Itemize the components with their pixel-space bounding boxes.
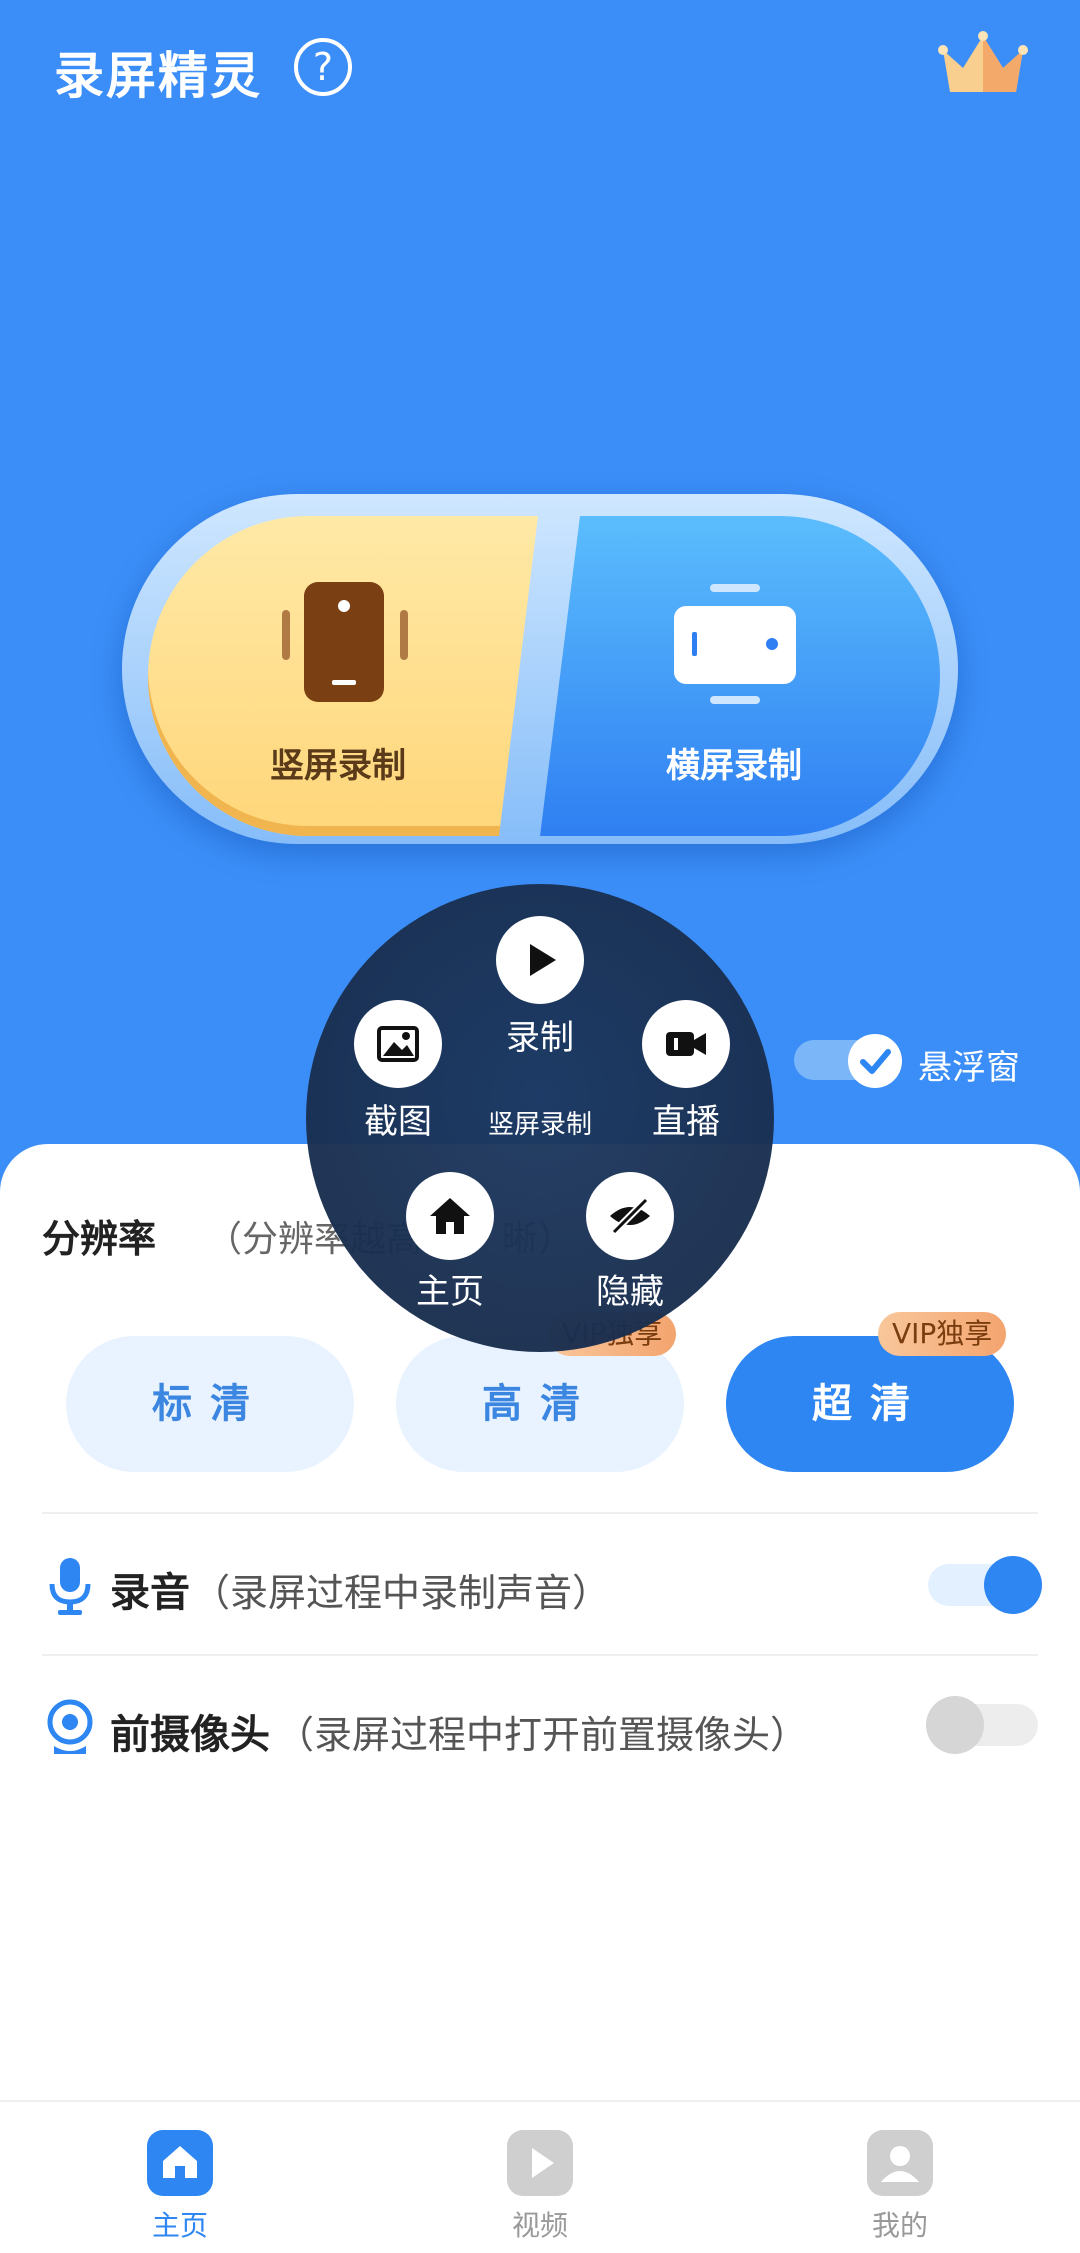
portrait-phone-icon bbox=[282, 582, 408, 702]
live-label: 直播 bbox=[652, 1102, 720, 1142]
user-icon bbox=[867, 2130, 933, 2196]
camera-toggle-knob[interactable] bbox=[926, 1696, 984, 1754]
hide-label: 隐藏 bbox=[596, 1272, 664, 1312]
tab-label: 我的 bbox=[871, 2209, 928, 2242]
record-label: 录制 bbox=[506, 1018, 574, 1058]
landscape-record-label: 横屏录制 bbox=[666, 746, 802, 786]
home-icon bbox=[430, 1198, 470, 1234]
home-button[interactable] bbox=[406, 1172, 494, 1260]
audio-toggle-knob[interactable] bbox=[984, 1556, 1042, 1614]
live-button[interactable] bbox=[642, 1000, 730, 1088]
tab-label: 主页 bbox=[151, 2209, 208, 2242]
question-mark-icon[interactable]: ? bbox=[294, 38, 352, 96]
video-camera-icon bbox=[666, 1032, 706, 1056]
float-window-label: 悬浮窗 bbox=[918, 1048, 1020, 1088]
audio-description: （录屏过程中录制声音） bbox=[192, 1571, 611, 1615]
hide-button[interactable] bbox=[586, 1172, 674, 1260]
divider bbox=[42, 1512, 1038, 1514]
landscape-phone-icon bbox=[674, 584, 796, 704]
home-icon bbox=[147, 2130, 213, 2196]
image-icon bbox=[377, 1026, 419, 1062]
camera-description: （录屏过程中打开前置摄像头） bbox=[276, 1713, 809, 1757]
check-icon bbox=[860, 1049, 891, 1074]
tab-home[interactable]: 主页 bbox=[100, 2130, 260, 2244]
record-button[interactable] bbox=[496, 916, 584, 1004]
camera-title: 前摄像头 bbox=[110, 1712, 270, 1758]
tab-video[interactable]: 视频 bbox=[460, 2130, 620, 2244]
video-icon bbox=[507, 2130, 573, 2196]
microphone-icon bbox=[49, 1558, 91, 1615]
app-title: 录屏精灵 bbox=[54, 47, 262, 105]
float-window-checkbox[interactable] bbox=[848, 1034, 902, 1088]
divider bbox=[42, 1654, 1038, 1656]
crown-icon[interactable] bbox=[938, 30, 1028, 100]
vip-badge: VIP独享 bbox=[878, 1312, 1007, 1356]
screenshot-button[interactable] bbox=[354, 1000, 442, 1088]
audio-title: 录音 bbox=[110, 1570, 190, 1616]
screenshot-label: 截图 bbox=[364, 1102, 432, 1142]
quality-standard-button[interactable]: 标清 bbox=[66, 1336, 354, 1472]
quality-high-button[interactable]: 高清 bbox=[396, 1336, 684, 1472]
camera-icon bbox=[47, 1699, 93, 1754]
portrait-record-label: 竖屏录制 bbox=[270, 746, 406, 786]
play-icon bbox=[530, 944, 556, 976]
tab-profile[interactable]: 我的 bbox=[820, 2130, 980, 2244]
home-label: 主页 bbox=[416, 1272, 484, 1312]
resolution-title: 分辨率 bbox=[42, 1217, 157, 1261]
quality-ultra-button[interactable]: 超清 bbox=[726, 1336, 1014, 1472]
hide-eye-icon bbox=[610, 1197, 650, 1235]
record-mode-label: 竖屏录制 bbox=[487, 1110, 592, 1140]
tab-label: 视频 bbox=[511, 2209, 568, 2242]
